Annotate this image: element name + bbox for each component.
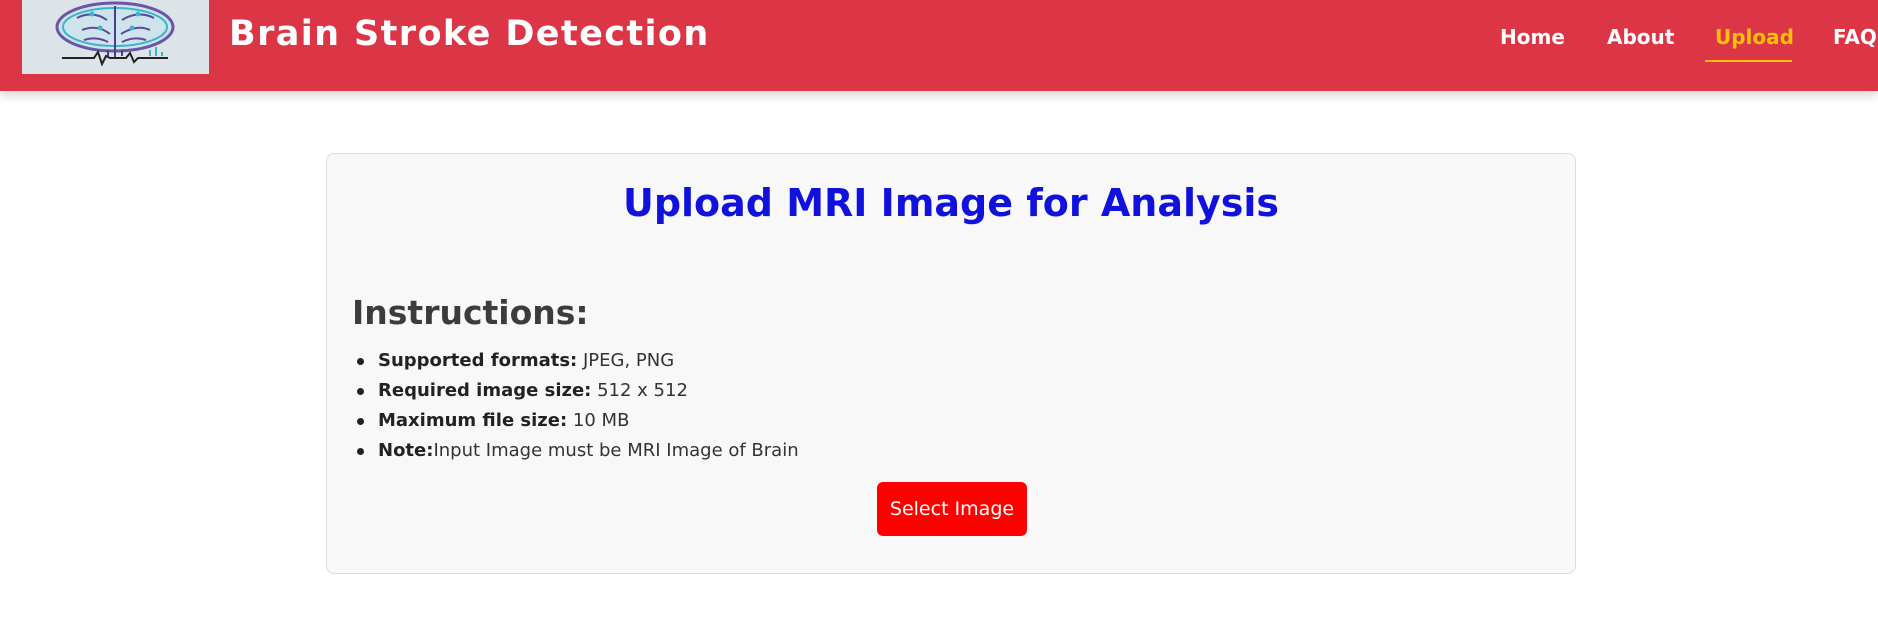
instructions-list: Supported formats: JPEG, PNG Required im… [352, 346, 799, 466]
nav-upload[interactable]: Upload [1715, 25, 1794, 49]
instruction-label: Note: [378, 440, 434, 461]
instruction-value: JPEG, PNG [577, 350, 675, 371]
select-image-button[interactable]: Select Image [877, 482, 1027, 536]
page-title: Upload MRI Image for Analysis [622, 181, 1280, 225]
instruction-label: Supported formats: [378, 350, 578, 371]
instruction-label: Maximum file size: [378, 410, 568, 431]
instruction-max-file-size: Maximum file size: 10 MB [352, 406, 799, 436]
active-nav-indicator [1705, 60, 1792, 62]
navbar: Brain Stroke Detection Home About Upload… [0, 0, 1878, 91]
instruction-label: Required image size: [378, 380, 592, 401]
nav-home[interactable]: Home [1500, 25, 1565, 49]
instruction-value: 10 MB [567, 410, 630, 431]
nav-faq[interactable]: FAQ [1833, 25, 1877, 49]
upload-card: Upload MRI Image for Analysis Instructio… [326, 153, 1576, 574]
brand-title[interactable]: Brain Stroke Detection [229, 14, 710, 54]
nav-about[interactable]: About [1607, 25, 1674, 49]
instruction-value: 512 x 512 [591, 380, 688, 401]
instruction-image-size: Required image size: 512 x 512 [352, 376, 799, 406]
brain-logo-icon[interactable] [22, 0, 209, 74]
instruction-note: Note:Input Image must be MRI Image of Br… [352, 436, 799, 466]
instruction-supported-formats: Supported formats: JPEG, PNG [352, 346, 799, 376]
instructions-heading: Instructions: [352, 293, 589, 332]
instruction-value: Input Image must be MRI Image of Brain [433, 440, 799, 461]
